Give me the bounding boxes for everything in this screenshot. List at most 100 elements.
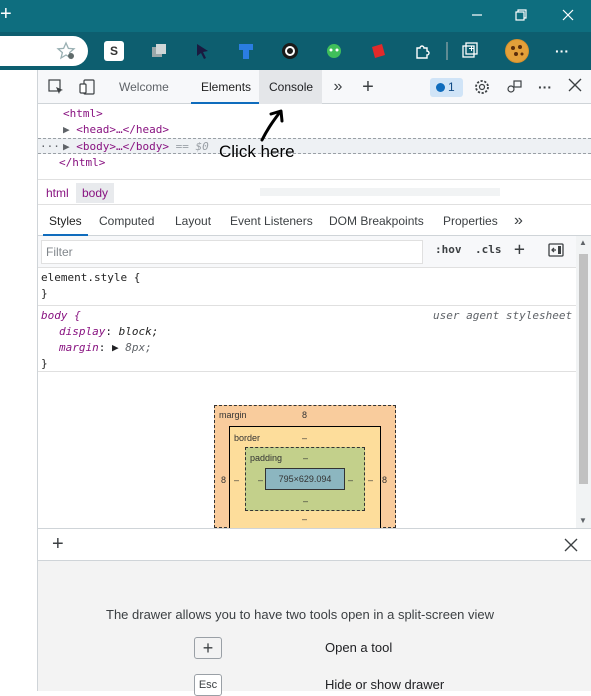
padding-bottom-value[interactable]: – <box>303 496 308 506</box>
breadcrumb-scrollbar[interactable] <box>260 188 500 196</box>
scroll-down-icon[interactable]: ▼ <box>579 516 587 525</box>
breadcrumb: html body <box>38 179 591 205</box>
border-bottom-value[interactable]: – <box>302 514 307 524</box>
border-right-value[interactable]: – <box>368 475 373 485</box>
styles-filter-input[interactable]: Filter <box>41 240 423 264</box>
annotation-click-here: Click here <box>219 142 295 161</box>
inspect-element-icon[interactable] <box>46 78 66 96</box>
more-menu-icon[interactable]: ··· <box>552 41 572 61</box>
display-value: block; <box>118 325 159 338</box>
dom-html-open[interactable]: <html> <box>63 106 103 122</box>
blue-extension-icon[interactable] <box>236 41 256 61</box>
breadcrumb-html[interactable]: html <box>40 183 75 203</box>
margin-left-value[interactable]: 8 <box>221 475 226 485</box>
expand-triangle-icon[interactable]: ▶ <box>63 123 76 136</box>
padding-right-value[interactable]: – <box>348 475 353 485</box>
tab-console[interactable]: Console <box>259 70 322 104</box>
dom-head-label: <head>…</head> <box>76 123 169 136</box>
tab-elements[interactable]: Elements <box>191 70 262 104</box>
drawer-add-tool-plus-icon[interactable]: + <box>52 533 64 556</box>
box-model-border[interactable]: border – – – – padding – – – – 795×629.0… <box>229 426 381 529</box>
issues-count: 1 <box>448 80 455 94</box>
margin-property: margin <box>59 341 99 354</box>
red-extension-icon[interactable] <box>368 41 388 61</box>
close-drawer-icon[interactable] <box>564 538 578 555</box>
s-extension-icon[interactable]: S <box>104 41 124 61</box>
tab-dom-breakpoints[interactable]: DOM Breakpoints <box>323 206 430 236</box>
box-model-padding[interactable]: padding – – – – 795×629.094 <box>245 447 365 511</box>
margin-right-value[interactable]: 8 <box>382 475 387 485</box>
collections-icon[interactable] <box>149 41 169 61</box>
device-emulation-icon[interactable] <box>78 78 98 96</box>
new-tab-plus-icon[interactable]: + <box>0 4 12 24</box>
padding-label: padding <box>250 453 283 463</box>
dom-selected-marker: == $0 <box>175 140 209 153</box>
padding-left-value[interactable]: – <box>258 475 263 485</box>
settings-gear-icon[interactable] <box>472 78 492 96</box>
border-left-value[interactable]: – <box>234 475 239 485</box>
scroll-up-icon[interactable]: ▲ <box>579 238 587 247</box>
hover-state-toggle[interactable]: :hov <box>435 243 462 256</box>
restore-icon[interactable] <box>510 6 532 26</box>
tab-layout[interactable]: Layout <box>169 206 217 236</box>
devtools-panel: Welcome Elements Console » + 1 ··· <html… <box>38 70 591 696</box>
dom-body-label: <body>…</body> <box>76 140 169 153</box>
padding-top-value[interactable]: – <box>303 453 308 463</box>
green-extension-icon[interactable] <box>324 41 344 61</box>
puzzle-extensions-icon[interactable] <box>412 41 432 61</box>
toolbar-divider <box>446 42 448 60</box>
favorites-star-icon[interactable] <box>56 41 76 61</box>
styles-scrollbar[interactable]: ▲ ▼ <box>576 236 591 528</box>
box-model-content[interactable]: 795×629.094 <box>265 468 345 490</box>
profile-avatar[interactable] <box>505 39 529 63</box>
tab-welcome[interactable]: Welcome <box>109 70 179 104</box>
close-window-icon[interactable] <box>557 6 579 26</box>
dom-dots[interactable]: ··· <box>40 139 60 155</box>
dom-html-close[interactable]: </html> <box>59 155 105 171</box>
close-devtools-icon[interactable] <box>565 78 585 96</box>
element-style-selector[interactable]: element.style { <box>41 270 140 286</box>
issues-badge[interactable]: 1 <box>430 78 463 97</box>
tab-styles[interactable]: Styles <box>43 206 88 236</box>
margin-top-value[interactable]: 8 <box>302 410 307 420</box>
border-top-value[interactable]: – <box>302 433 307 443</box>
body-selector[interactable]: body { <box>41 308 81 324</box>
styles-filter-bar: Filter :hov .cls + <box>38 236 591 268</box>
devtools-tab-bar: Welcome Elements Console » + 1 ··· <box>38 70 591 104</box>
display-declaration[interactable]: display: block; <box>59 324 158 340</box>
box-model-margin[interactable]: margin 8 8 8 border – – – – padding – – … <box>214 405 396 529</box>
customize-devtools-icon[interactable] <box>504 78 524 96</box>
circle-extension-icon[interactable] <box>280 41 300 61</box>
toggle-sidebar-icon[interactable] <box>548 243 564 260</box>
new-style-rule-plus-icon[interactable]: + <box>514 239 525 260</box>
browser-toolbar: S ··· <box>0 32 591 70</box>
breadcrumb-body[interactable]: body <box>76 183 115 203</box>
issues-message-icon <box>436 83 445 93</box>
expand-triangle-icon[interactable]: ▶ <box>63 140 76 153</box>
more-tabs-chevron-icon[interactable]: » <box>328 78 348 96</box>
margin-declaration[interactable]: margin: ▶ 8px; <box>59 340 152 356</box>
element-style-rule: element.style { } <box>38 268 576 306</box>
dom-head-node[interactable]: ▶ <head>…</head> <box>63 122 169 138</box>
expand-triangle-icon[interactable]: ▶ <box>112 341 125 354</box>
styles-scrollbar-thumb[interactable] <box>579 254 588 484</box>
cursor-extension-icon[interactable] <box>192 41 212 61</box>
minimize-icon[interactable] <box>466 6 488 26</box>
body-rule-close: } <box>41 357 48 370</box>
add-tab-plus-icon[interactable]: + <box>358 77 378 97</box>
tab-computed[interactable]: Computed <box>93 206 160 236</box>
open-tool-label: Open a tool <box>325 640 393 655</box>
elements-subtabs: Styles Computed Layout Event Listeners D… <box>38 206 591 236</box>
border-label: border <box>234 433 261 443</box>
class-toggle[interactable]: .cls <box>475 243 502 256</box>
element-style-close: } <box>41 287 48 300</box>
tab-properties[interactable]: Properties <box>437 206 504 236</box>
tab-event-listeners[interactable]: Event Listeners <box>224 206 319 236</box>
drawer-panel: The drawer allows you to have two tools … <box>38 561 591 696</box>
dom-body-node-selected[interactable]: ··· ▶ <body>…</body> == $0 <box>38 138 591 154</box>
more-options-icon[interactable]: ··· <box>535 78 555 96</box>
page-viewport <box>0 70 38 691</box>
open-tool-plus-icon[interactable]: + <box>194 637 222 659</box>
more-subtabs-chevron-icon[interactable]: » <box>508 206 529 236</box>
collections-add-icon[interactable] <box>460 41 480 61</box>
